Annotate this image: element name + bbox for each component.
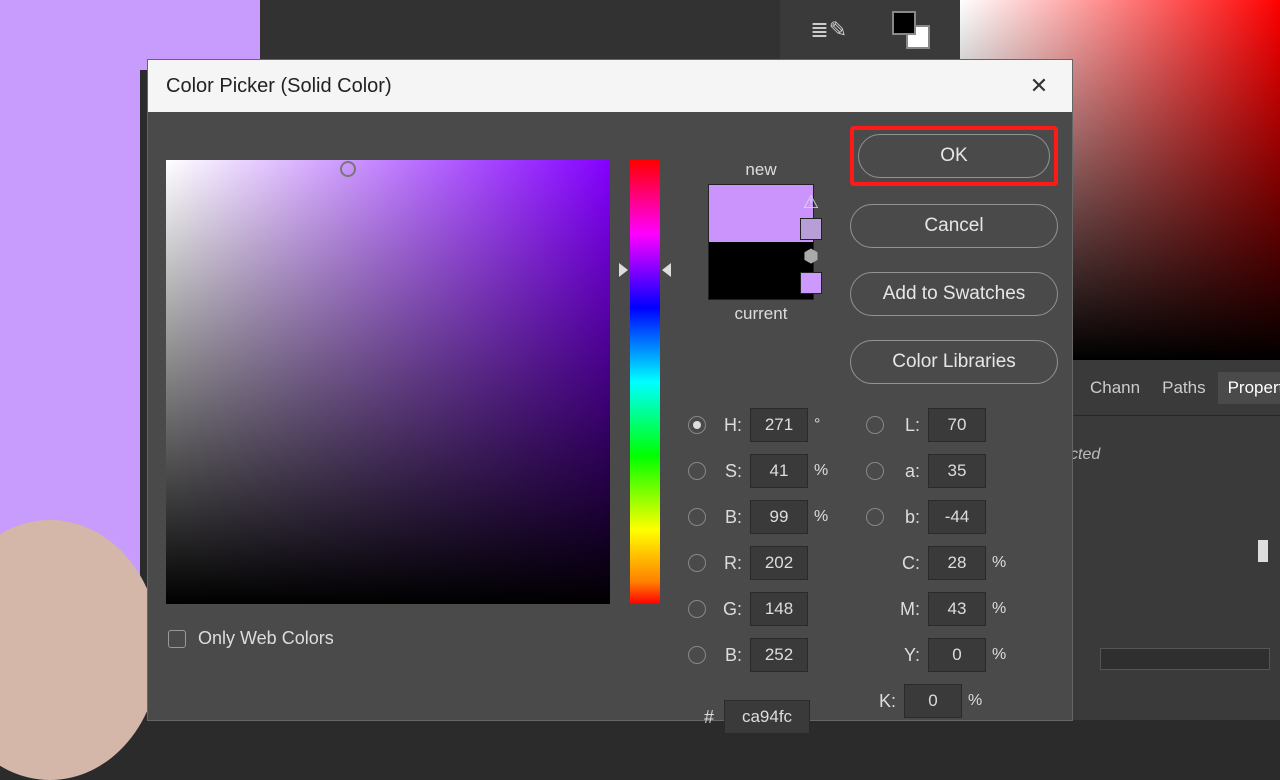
tab-properties[interactable]: Properti [1218, 372, 1280, 404]
label-G: G: [714, 599, 742, 620]
tool-panel: ≣✎ [780, 0, 960, 60]
unit-H: ° [814, 416, 836, 434]
label-b: b: [892, 507, 920, 528]
label-R: R: [714, 553, 742, 574]
radio-S[interactable] [688, 462, 706, 480]
input-C[interactable] [928, 546, 986, 580]
radio-b[interactable] [866, 508, 884, 526]
input-Bc[interactable] [750, 638, 808, 672]
hex-input[interactable] [724, 700, 810, 734]
swatch-box [708, 184, 814, 300]
hue-arrow-right-icon [662, 263, 671, 277]
hex-row: # [704, 700, 810, 734]
dialog-buttons: OK Cancel Add to Swatches Color Librarie… [850, 126, 1058, 384]
color-values: H: ° L: S:% a: B:% b: R: C:% G: M:% B: Y:% K:% [688, 402, 1056, 724]
label-H: H: [714, 415, 742, 436]
label-C: C: [892, 553, 920, 574]
hex-prefix: # [704, 707, 714, 728]
input-M[interactable] [928, 592, 986, 626]
input-G[interactable] [750, 592, 808, 626]
panel-slider[interactable] [1100, 648, 1270, 670]
radio-Bc[interactable] [688, 646, 706, 664]
only-web-label: Only Web Colors [198, 628, 334, 649]
radio-L[interactable] [866, 416, 884, 434]
label-S: S: [714, 461, 742, 482]
unit-K: % [968, 692, 990, 710]
panel-tabs: Chann Paths Properti [1060, 360, 1280, 416]
add-to-swatches-button[interactable]: Add to Swatches [850, 272, 1058, 316]
unit-Bv: % [814, 508, 836, 526]
only-web-checkbox[interactable] [168, 630, 186, 648]
input-Bv[interactable] [750, 500, 808, 534]
current-label: current [686, 304, 836, 324]
input-S[interactable] [750, 454, 808, 488]
hue-arrow-left-icon [619, 263, 628, 277]
radio-G[interactable] [688, 600, 706, 618]
tab-channels[interactable]: Chann [1080, 372, 1150, 404]
gamut-warning-icon[interactable]: ⚠ [800, 192, 822, 212]
close-icon[interactable]: ✕ [1024, 71, 1054, 101]
right-panel: Chann Paths Properti cted [1060, 360, 1280, 720]
input-Y[interactable] [928, 638, 986, 672]
unit-S: % [814, 462, 836, 480]
radio-H[interactable] [688, 416, 706, 434]
websafe-swatch[interactable] [800, 272, 822, 294]
label-a: a: [892, 461, 920, 482]
unit-Y: % [992, 646, 1014, 664]
radio-Bv[interactable] [688, 508, 706, 526]
fg-color-swatch[interactable] [892, 11, 916, 35]
panel-scroll-indicator [1258, 540, 1268, 562]
websafe-warning-icon[interactable]: ⬢ [800, 246, 822, 266]
input-K[interactable] [904, 684, 962, 718]
dialog-titlebar[interactable]: Color Picker (Solid Color) ✕ [148, 60, 1072, 112]
radio-a[interactable] [866, 462, 884, 480]
unit-M: % [992, 600, 1014, 618]
radio-R[interactable] [688, 554, 706, 572]
tab-paths[interactable]: Paths [1152, 372, 1215, 404]
unit-C: % [992, 554, 1014, 572]
input-H[interactable] [750, 408, 808, 442]
swatch-current[interactable] [709, 242, 813, 299]
brush-icon[interactable]: ≣✎ [810, 17, 847, 43]
ok-button[interactable]: OK [858, 134, 1050, 178]
gamut-swatch[interactable] [800, 218, 822, 240]
hue-slider[interactable] [630, 160, 660, 604]
color-libraries-button[interactable]: Color Libraries [850, 340, 1058, 384]
label-L: L: [892, 415, 920, 436]
ok-highlight: OK [850, 126, 1058, 186]
dialog-title: Color Picker (Solid Color) [166, 75, 392, 98]
panel-status-text: cted [1060, 416, 1280, 474]
label-K: K: [868, 691, 896, 712]
fg-bg-swatch[interactable] [892, 11, 930, 49]
cancel-button[interactable]: Cancel [850, 204, 1058, 248]
only-web-colors[interactable]: Only Web Colors [168, 628, 334, 649]
input-R[interactable] [750, 546, 808, 580]
swatch-new[interactable] [709, 185, 813, 242]
label-Bv: B: [714, 507, 742, 528]
input-L[interactable] [928, 408, 986, 442]
label-M: M: [892, 599, 920, 620]
new-label: new [686, 160, 836, 180]
input-a[interactable] [928, 454, 986, 488]
sb-cursor [340, 161, 356, 177]
color-picker-dialog: Color Picker (Solid Color) ✕ new current… [148, 60, 1072, 720]
label-Y: Y: [892, 645, 920, 666]
saturation-brightness-field[interactable] [166, 160, 610, 604]
input-b[interactable] [928, 500, 986, 534]
warning-column: ⚠ ⬢ [800, 192, 822, 294]
label-Bc: B: [714, 645, 742, 666]
